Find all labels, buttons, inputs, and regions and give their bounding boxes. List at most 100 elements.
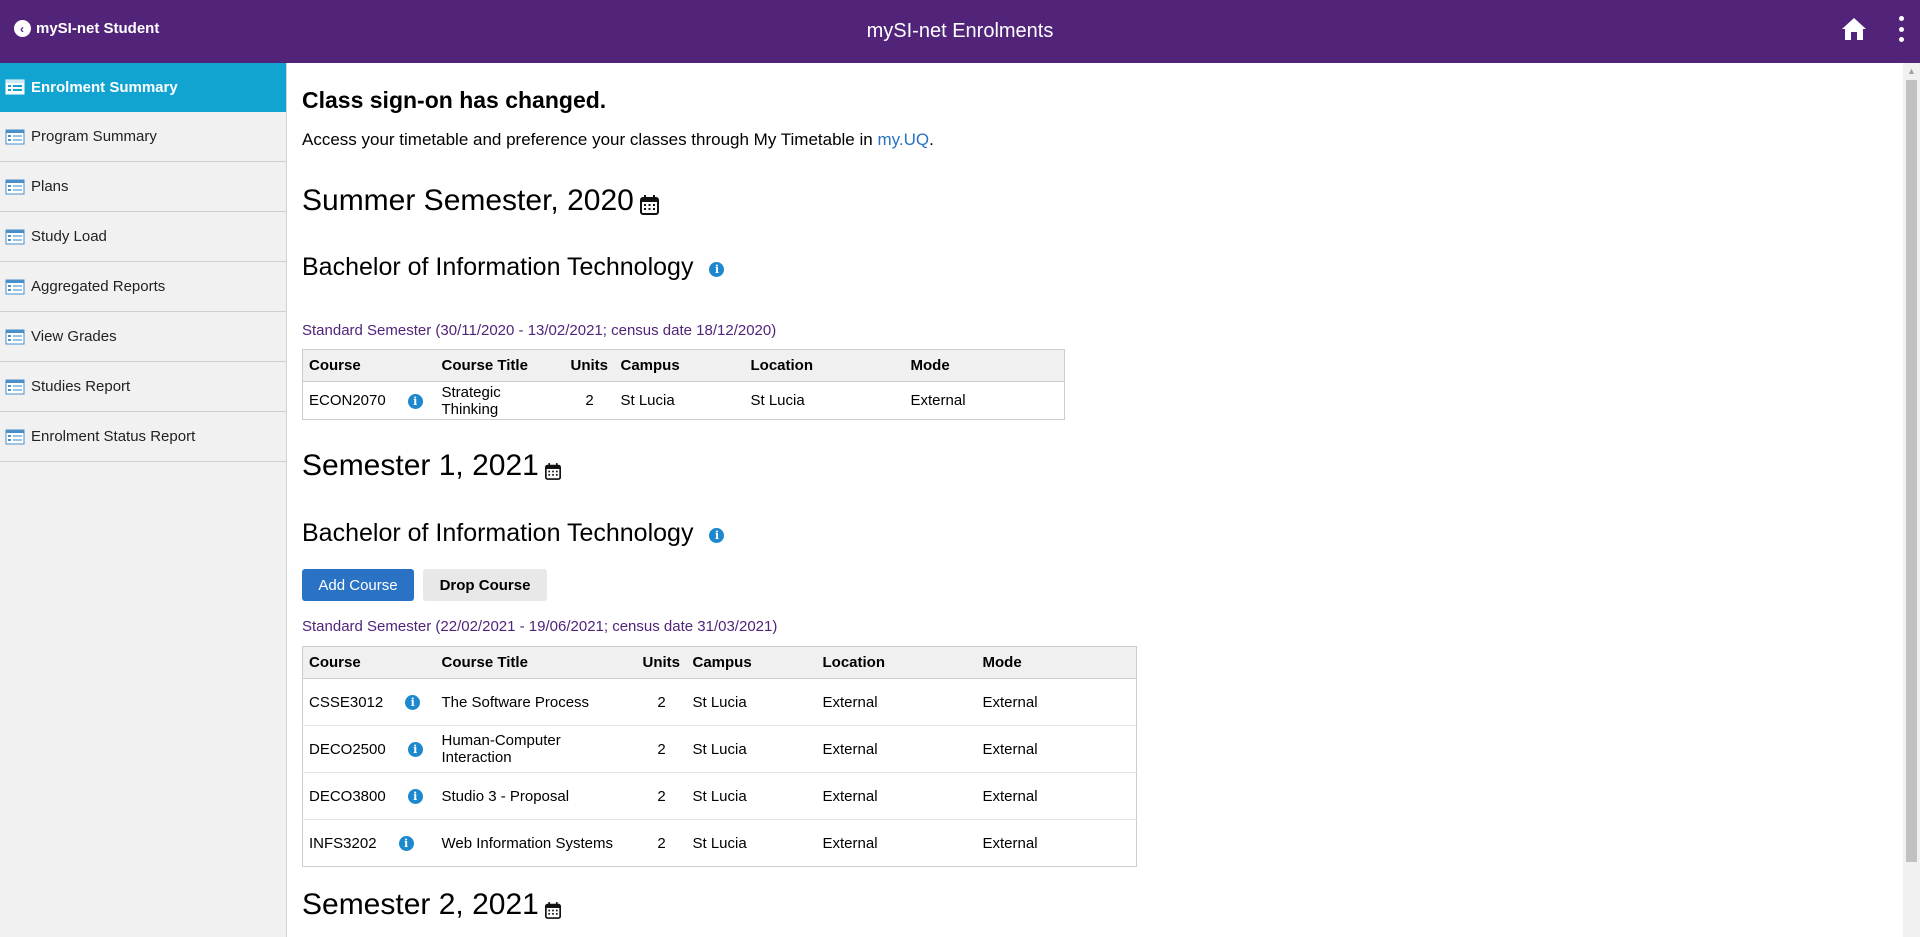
info-icon[interactable]: i xyxy=(398,836,414,852)
program-heading: Bachelor of Information Technology i xyxy=(302,253,725,282)
program-title: Bachelor of Information Technology xyxy=(302,253,694,281)
sidebar-item-plans[interactable]: Plans xyxy=(0,162,286,212)
period-label: Standard Semester (22/02/2021 - 19/06/20… xyxy=(302,618,778,635)
column-header: Course Title xyxy=(435,349,565,382)
sidebar-item-label: Plans xyxy=(31,178,69,195)
course-code: DECO2500 xyxy=(309,740,386,758)
column-header: Mode xyxy=(904,349,1065,382)
location-cell: External xyxy=(816,678,977,726)
column-header: Mode xyxy=(976,646,1137,679)
column-header: Course Title xyxy=(435,646,637,679)
course-title-cell: Strategic Thinking xyxy=(441,383,501,418)
sidebar-item-enrolment-summary[interactable]: Enrolment Summary xyxy=(0,63,286,112)
campus-cell: St Lucia xyxy=(686,725,817,773)
campus-cell: St Lucia xyxy=(686,678,817,726)
course-title-cell: Human-Computer Interaction xyxy=(435,725,637,773)
units-cell: 2 xyxy=(636,772,687,820)
program-heading: Bachelor of Information Technology i xyxy=(302,519,725,548)
course-code-cell: CSSE3012 i xyxy=(302,678,436,726)
table-row: ECON2070 i Strategic Thinking 2 St Lucia … xyxy=(303,382,1065,420)
units-cell: 2 xyxy=(636,678,687,726)
vertical-scrollbar[interactable]: ▲ xyxy=(1903,63,1920,937)
location-cell: External xyxy=(816,772,977,820)
add-course-button[interactable]: Add Course xyxy=(302,569,414,601)
course-title-cell: The Software Process xyxy=(435,678,637,726)
semester-heading: Semester 1, 2021 xyxy=(302,449,561,483)
notice-title: Class sign-on has changed. xyxy=(302,87,607,113)
more-vertical-icon[interactable] xyxy=(1896,16,1906,42)
calendar-icon[interactable] xyxy=(544,463,561,480)
page-list-icon xyxy=(5,129,25,145)
top-header-bar: ‹ mySI-net Student mySI-net Enrolments xyxy=(0,0,1920,63)
main-content: Class sign-on has changed. Access your t… xyxy=(302,63,1902,937)
program-title: Bachelor of Information Technology xyxy=(302,519,694,547)
course-table: Course Course Title Units Campus Locatio… xyxy=(302,646,1137,867)
home-icon[interactable] xyxy=(1841,16,1867,42)
sidebar-item-enrolment-status-report[interactable]: Enrolment Status Report xyxy=(0,412,286,462)
sidebar-item-label: Enrolment Status Report xyxy=(31,428,196,445)
sidebar-item-aggregated-reports[interactable]: Aggregated Reports xyxy=(0,262,286,312)
column-header: Course xyxy=(302,349,436,382)
course-table: Course Course Title Units Campus Locatio… xyxy=(302,349,1065,420)
campus-cell: St Lucia xyxy=(692,834,747,852)
course-title-cell: Web Information Systems xyxy=(441,834,613,852)
info-icon[interactable]: i xyxy=(407,393,423,409)
sidebar-item-program-summary[interactable]: Program Summary xyxy=(0,112,286,162)
mode-cell: External xyxy=(982,834,1038,852)
page-list-icon xyxy=(5,79,25,95)
column-header: Location xyxy=(744,349,905,382)
course-code: DECO3800 xyxy=(309,787,386,805)
course-code-cell: ECON2070 i xyxy=(303,382,436,420)
table-row: DECO3800 i Studio 3 - Proposal 2 St Lucia… xyxy=(302,772,1137,820)
column-header: Campus xyxy=(614,349,745,382)
table-header-row: Course Course Title Units Campus Locatio… xyxy=(302,646,1137,679)
course-code-cell: INFS3202 i xyxy=(303,820,436,867)
info-icon[interactable]: i xyxy=(407,789,423,805)
column-header: Campus xyxy=(686,646,817,679)
app-title: mySI-net Enrolments xyxy=(866,20,1054,42)
sidebar-item-view-grades[interactable]: View Grades xyxy=(0,312,286,362)
course-code: CSSE3012 xyxy=(309,693,384,711)
column-header: Units xyxy=(636,646,687,679)
info-icon[interactable]: i xyxy=(405,695,421,711)
scroll-up-arrow-icon[interactable]: ▲ xyxy=(1903,63,1920,79)
sidebar-item-studies-report[interactable]: Studies Report xyxy=(0,362,286,412)
my-uq-link[interactable]: my.UQ xyxy=(877,130,929,149)
semester-title: Semester 2, 2021 xyxy=(302,888,539,921)
course-code-cell: DECO2500 i xyxy=(302,725,436,773)
mode-cell: External xyxy=(910,392,966,409)
drop-course-button[interactable]: Drop Course xyxy=(423,569,547,601)
units-cell: 2 xyxy=(585,392,594,409)
units-cell: 2 xyxy=(657,834,666,852)
sidebar-item-label: Program Summary xyxy=(31,128,157,145)
notice-text: Access your timetable and preference you… xyxy=(302,130,934,150)
info-icon[interactable]: i xyxy=(709,528,725,543)
calendar-icon[interactable] xyxy=(544,902,561,919)
course-code-cell: DECO3800 i xyxy=(302,772,436,820)
campus-cell: St Lucia xyxy=(620,392,675,409)
sidebar-nav: Enrolment Summary Program Summary Plans … xyxy=(0,63,287,937)
table-header-row: Course Course Title Units Campus Locatio… xyxy=(302,349,1065,382)
sidebar-item-label: Enrolment Summary xyxy=(31,78,178,96)
sidebar-item-study-load[interactable]: Study Load xyxy=(0,212,286,262)
calendar-icon[interactable] xyxy=(639,195,659,215)
mode-cell: External xyxy=(976,678,1137,726)
table-row: INFS3202 i Web Information Systems 2 St L… xyxy=(303,820,1137,867)
course-title-cell: Studio 3 - Proposal xyxy=(435,772,637,820)
mode-cell: External xyxy=(976,772,1137,820)
location-cell: External xyxy=(816,725,977,773)
semester-heading: Semester 2, 2021 xyxy=(302,888,561,922)
page-list-icon xyxy=(5,179,25,195)
info-icon[interactable]: i xyxy=(407,742,423,758)
notice-text-body: Access your timetable and preference you… xyxy=(302,130,878,149)
units-cell: 2 xyxy=(636,725,687,773)
scrollbar-thumb[interactable] xyxy=(1906,80,1917,862)
sidebar-item-label: Aggregated Reports xyxy=(31,278,166,295)
notice-text-end: . xyxy=(929,130,934,149)
info-icon[interactable]: i xyxy=(709,262,725,277)
period-label: Standard Semester (30/11/2020 - 13/02/20… xyxy=(302,322,777,339)
table-row: CSSE3012 i The Software Process 2 St Luci… xyxy=(302,678,1137,726)
mode-cell: External xyxy=(976,725,1137,773)
sidebar-item-label: Studies Report xyxy=(31,378,131,395)
column-header: Course xyxy=(302,646,436,679)
